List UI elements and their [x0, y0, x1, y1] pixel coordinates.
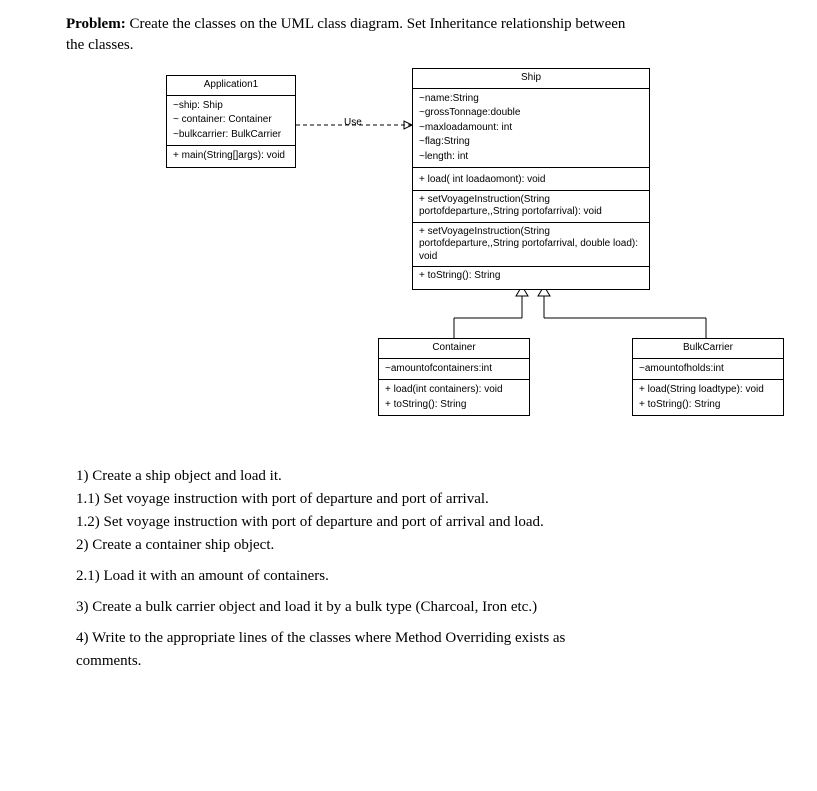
- task-item: 1.1) Set voyage instruction with port of…: [76, 491, 801, 508]
- uml-class-title: Application1: [167, 76, 295, 96]
- task-item: 4) Write to the appropriate lines of the…: [76, 630, 801, 647]
- uml-op: + setVoyageInstruction(String portofdepa…: [413, 191, 649, 223]
- uml-attr: ~flag:String: [419, 135, 643, 150]
- uml-op: + toString(): String: [385, 398, 523, 413]
- uml-op: + load( int loadaomont): void: [413, 171, 649, 191]
- uml-attr: ~grossTonnage:double: [419, 106, 643, 121]
- problem-header: Problem: Create the classes on the UML c…: [66, 16, 801, 33]
- problem-text-a: Create the classes on the UML class diag…: [129, 16, 625, 32]
- uml-op: + toString(): String: [419, 267, 643, 286]
- task-item: 3) Create a bulk carrier object and load…: [76, 599, 801, 616]
- task-item: 1) Create a ship object and load it.: [76, 468, 801, 485]
- uml-op-section: + main(String[]args): void: [167, 146, 295, 167]
- uml-op-section: + load( int loadaomont): void + setVoyag…: [413, 168, 649, 289]
- uml-class-ship: Ship ~name:String ~grossTonnage:double ~…: [412, 68, 650, 290]
- task-list: 1) Create a ship object and load it. 1.1…: [76, 468, 801, 670]
- problem-label: Problem:: [66, 16, 126, 32]
- uml-class-title: Container: [379, 339, 529, 359]
- uml-op-section: + load(int containers): void + toString(…: [379, 380, 529, 415]
- task-item: 1.2) Set voyage instruction with port of…: [76, 514, 801, 531]
- task-item: comments.: [76, 653, 801, 670]
- task-item: 2.1) Load it with an amount of container…: [76, 568, 801, 585]
- uml-class-bulkcarrier: BulkCarrier ~amountofholds:int + load(St…: [632, 338, 784, 416]
- problem-text-b: the classes.: [66, 37, 801, 54]
- uml-attr: ~ship: Ship: [173, 99, 289, 114]
- uml-op: + main(String[]args): void: [173, 149, 289, 164]
- uml-attr: ~name:String: [419, 92, 643, 107]
- uml-attr: ~maxloadamount: int: [419, 121, 643, 136]
- uml-attr: ~amountofholds:int: [639, 362, 777, 377]
- uml-diagram: Application1 ~ship: Ship ~ container: Co…: [66, 58, 817, 438]
- uml-attr-section: ~amountofholds:int: [633, 359, 783, 381]
- uml-class-container: Container ~amountofcontainers:int + load…: [378, 338, 530, 416]
- uml-attr-section: ~amountofcontainers:int: [379, 359, 529, 381]
- uml-op-section: + load(String loadtype): void + toString…: [633, 380, 783, 415]
- uml-op: + setVoyageInstruction(String portofdepa…: [413, 223, 649, 268]
- uml-attr: ~bulkcarrier: BulkCarrier: [173, 128, 289, 143]
- uml-op: + load(String loadtype): void: [639, 383, 777, 398]
- uml-attr: ~amountofcontainers:int: [385, 362, 523, 377]
- uml-class-title: Ship: [413, 69, 649, 89]
- uml-op: + toString(): String: [639, 398, 777, 413]
- uml-attr-section: ~ship: Ship ~ container: Container ~bulk…: [167, 96, 295, 147]
- uml-op: + load(int containers): void: [385, 383, 523, 398]
- use-dependency-label: Use: [344, 117, 362, 128]
- uml-class-application1: Application1 ~ship: Ship ~ container: Co…: [166, 75, 296, 168]
- uml-class-title: BulkCarrier: [633, 339, 783, 359]
- uml-attr: ~ container: Container: [173, 113, 289, 128]
- uml-attr-section: ~name:String ~grossTonnage:double ~maxlo…: [413, 89, 649, 169]
- task-item: 2) Create a container ship object.: [76, 537, 801, 554]
- uml-attr: ~length: int: [419, 150, 643, 165]
